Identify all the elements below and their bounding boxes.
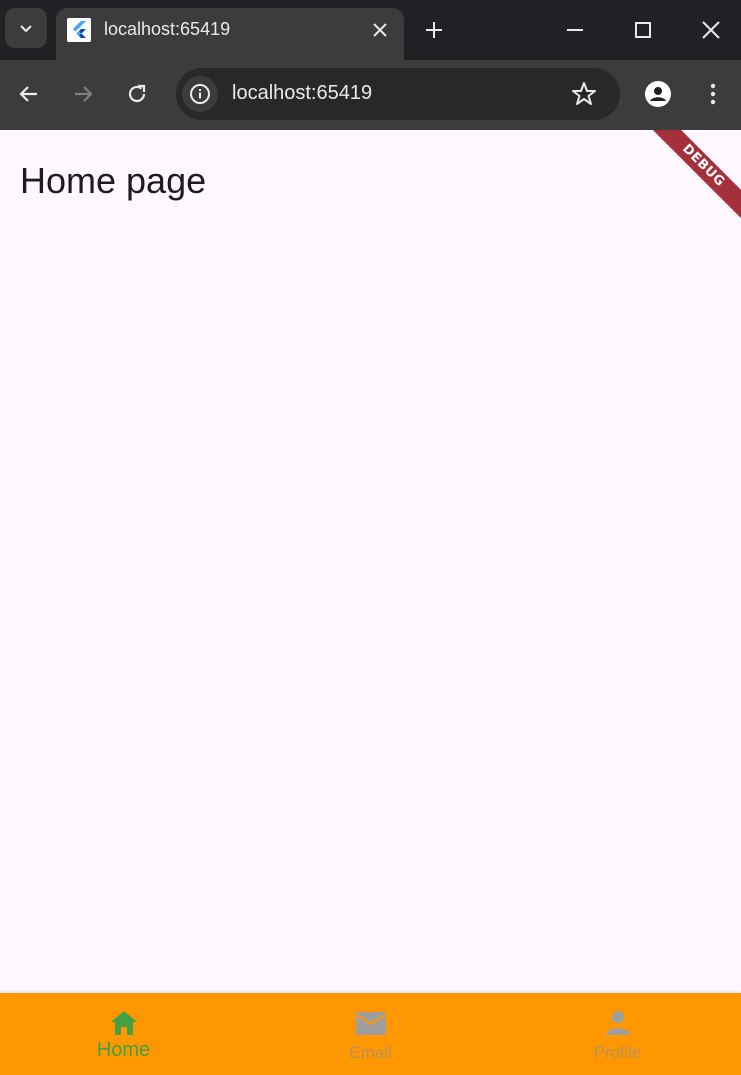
- debug-banner: DEBUG: [639, 130, 741, 230]
- new-tab-icon[interactable]: [422, 18, 446, 42]
- nav-label-profile: Profile: [593, 1043, 642, 1062]
- nav-item-profile[interactable]: Profile: [494, 993, 741, 1075]
- back-arrow-icon[interactable]: [15, 80, 43, 108]
- tab-title: localhost:65419: [104, 19, 231, 39]
- email-icon: [355, 1012, 386, 1035]
- person-icon: [605, 1011, 630, 1035]
- info-icon: [190, 84, 210, 104]
- nav-label-home: Home: [96, 1039, 151, 1061]
- home-icon: [110, 1011, 137, 1035]
- nav-item-home[interactable]: Home: [0, 993, 247, 1075]
- app-page: Home page DEBUG: [0, 130, 741, 1075]
- browser-tab[interactable]: localhost:65419: [56, 8, 404, 60]
- bottom-navigation-bar: Home Email Profile: [0, 993, 741, 1075]
- chevron-down-icon: [20, 25, 32, 33]
- flutter-favicon-icon: [67, 18, 91, 42]
- nav-label-email: Email: [349, 1043, 392, 1062]
- minimize-icon[interactable]: [563, 18, 587, 42]
- nav-item-email[interactable]: Email: [247, 993, 494, 1075]
- close-tab-icon[interactable]: [370, 20, 390, 40]
- browser-toolbar: localhost:65419: [0, 60, 741, 130]
- browser-tabstrip: localhost:65419: [0, 0, 741, 60]
- maximize-icon[interactable]: [631, 18, 655, 42]
- bookmark-star-icon[interactable]: [570, 80, 598, 108]
- forward-arrow-icon[interactable]: [69, 80, 97, 108]
- page-title: Home page: [20, 160, 207, 201]
- menu-dots-icon[interactable]: [699, 80, 727, 108]
- close-window-icon[interactable]: [699, 18, 723, 42]
- tab-search-button[interactable]: [5, 8, 47, 48]
- site-info-button[interactable]: [182, 76, 218, 112]
- profile-avatar-icon[interactable]: [644, 80, 672, 108]
- reload-icon[interactable]: [123, 80, 151, 108]
- address-bar[interactable]: localhost:65419: [176, 68, 620, 120]
- address-url: localhost:65419: [232, 82, 373, 104]
